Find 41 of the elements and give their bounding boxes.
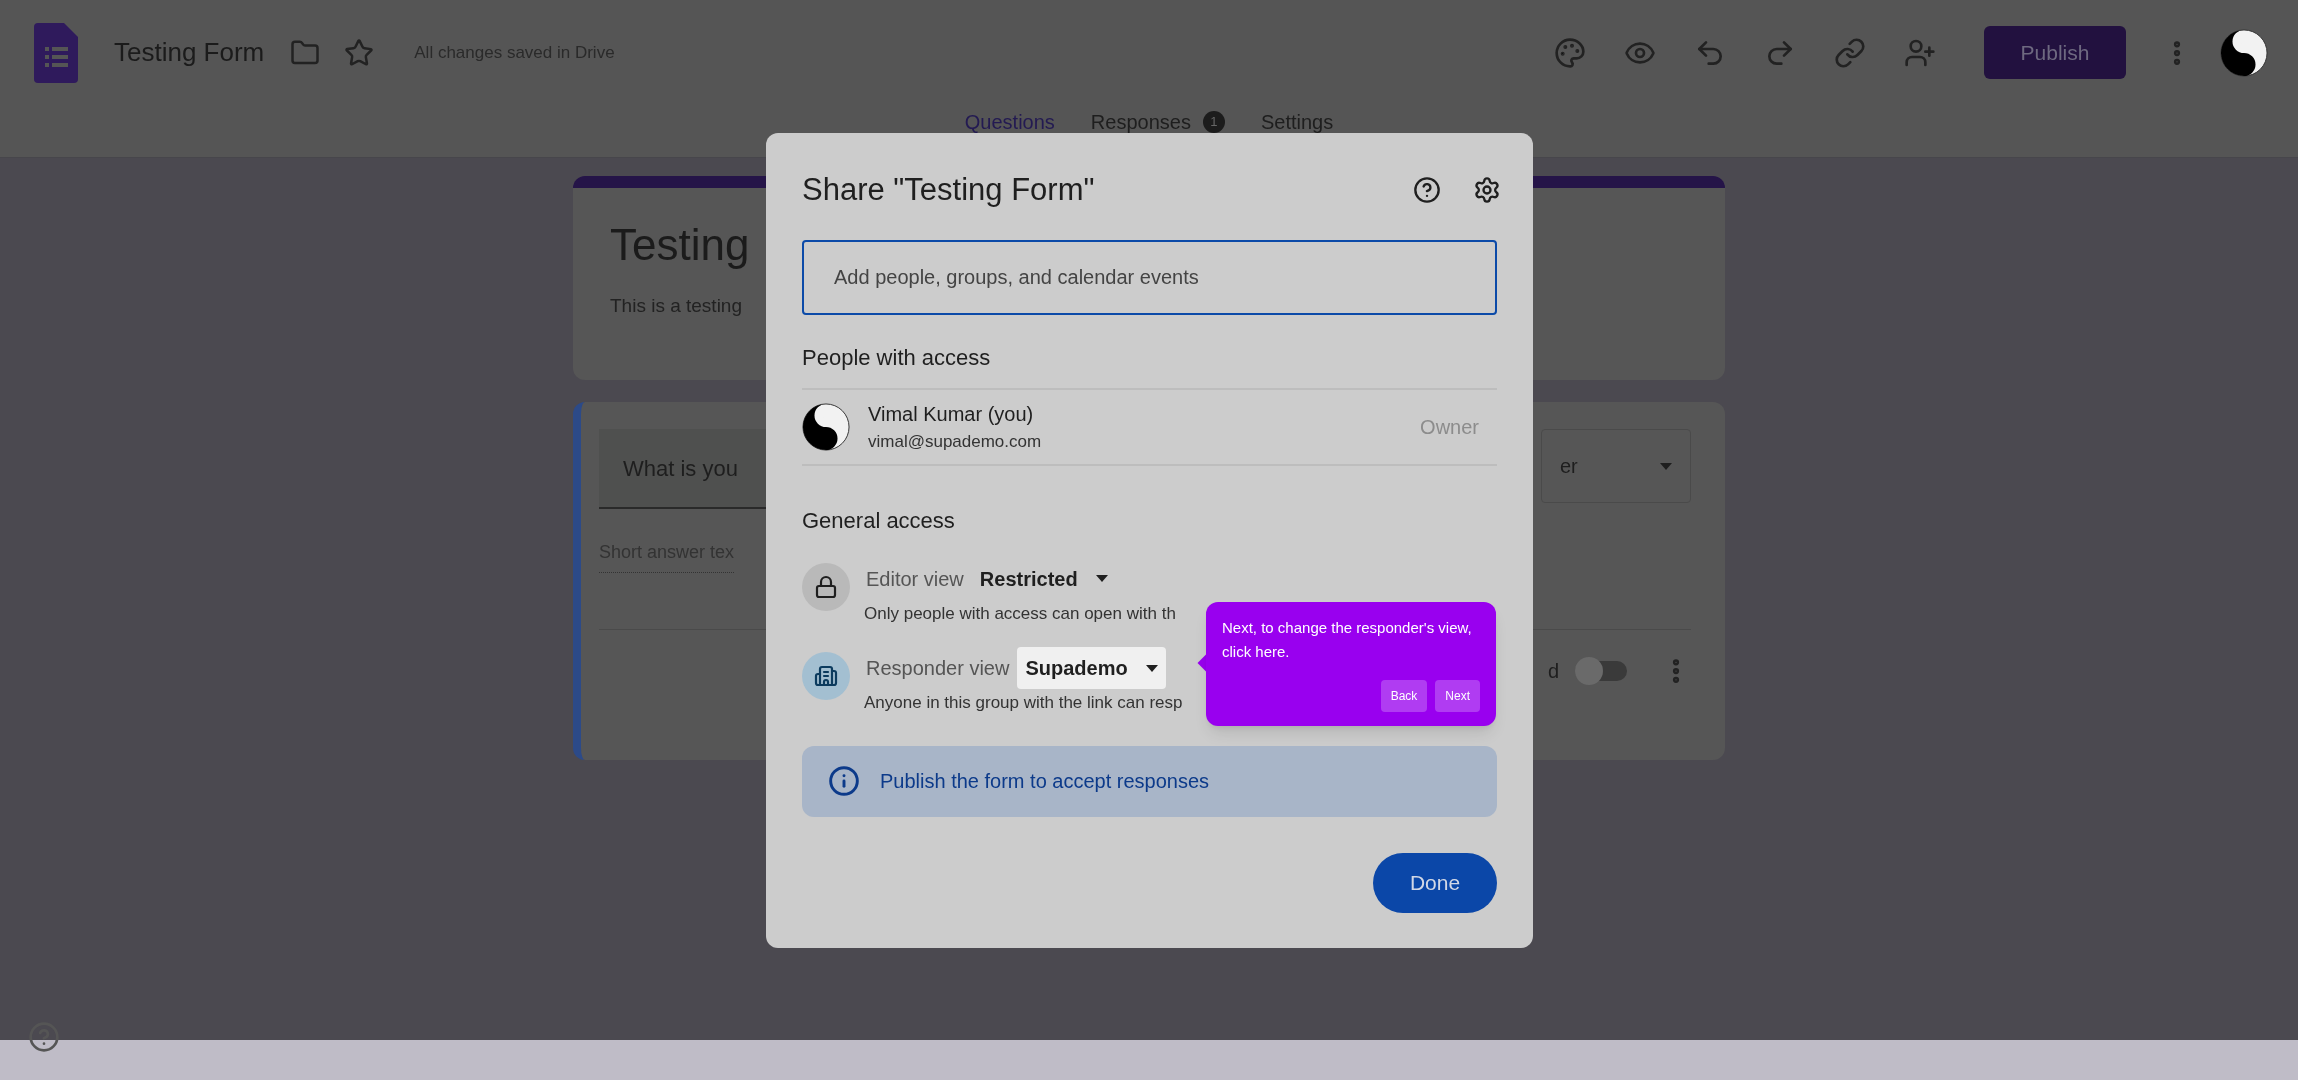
notice-text: Publish the form to accept responses <box>880 769 1210 794</box>
dialog-title: Share "Testing Form" <box>802 171 1095 209</box>
tooltip-text: Next, to change the responder's view, click here. <box>1222 618 1473 662</box>
caret-icon <box>1660 462 1672 470</box>
access-label: Editor view <box>866 566 964 592</box>
add-people-field[interactable]: Add people, groups, and calendar events <box>802 239 1497 315</box>
count-badge: 1 <box>1202 111 1225 133</box>
access-description: Only people with access can open with th <box>864 602 1176 625</box>
avatar-icon <box>2220 28 2268 77</box>
next-button[interactable]: Next <box>1435 680 1480 712</box>
access-label: Responder view <box>866 656 1010 681</box>
access-select[interactable]: Restricted <box>971 557 1116 600</box>
people-heading: People with access <box>802 343 992 372</box>
caret-icon <box>1095 575 1108 582</box>
publish-button[interactable]: Publish <box>1984 26 2126 79</box>
access-description: Anyone in this group with the link can resp <box>864 692 1183 714</box>
person-name: Vimal Kumar (you) <box>868 401 1035 427</box>
tab[interactable]: Settings <box>1260 107 1334 137</box>
building-icon <box>802 652 850 700</box>
tab[interactable]: Questions <box>964 107 1055 137</box>
help-icon[interactable] <box>28 1021 60 1053</box>
palette-icon[interactable] <box>1554 36 1586 69</box>
person-avatar-icon <box>802 402 850 451</box>
help-icon[interactable] <box>1413 176 1441 205</box>
person-role: Owner <box>1420 414 1479 440</box>
form-title[interactable]: Testing Form <box>114 33 265 72</box>
settings-icon[interactable] <box>1473 176 1501 205</box>
tab[interactable]: Responses <box>1090 107 1191 137</box>
back-button[interactable]: Back <box>1380 680 1428 712</box>
person-email: vimal@supademo.com <box>868 430 1042 453</box>
star-icon[interactable] <box>344 37 375 68</box>
forms-logo-icon <box>34 22 78 83</box>
link-icon[interactable] <box>1834 36 1866 69</box>
info-icon <box>828 765 860 797</box>
required-label: d <box>1547 659 1559 684</box>
question-type-select[interactable]: er <box>1541 429 1691 503</box>
lock-icon <box>802 562 850 611</box>
access-select[interactable]: Supademo <box>1017 647 1166 689</box>
caret-icon <box>1145 664 1158 672</box>
general-access-heading: General access <box>802 506 956 535</box>
done-button[interactable]: Done <box>1373 852 1497 913</box>
